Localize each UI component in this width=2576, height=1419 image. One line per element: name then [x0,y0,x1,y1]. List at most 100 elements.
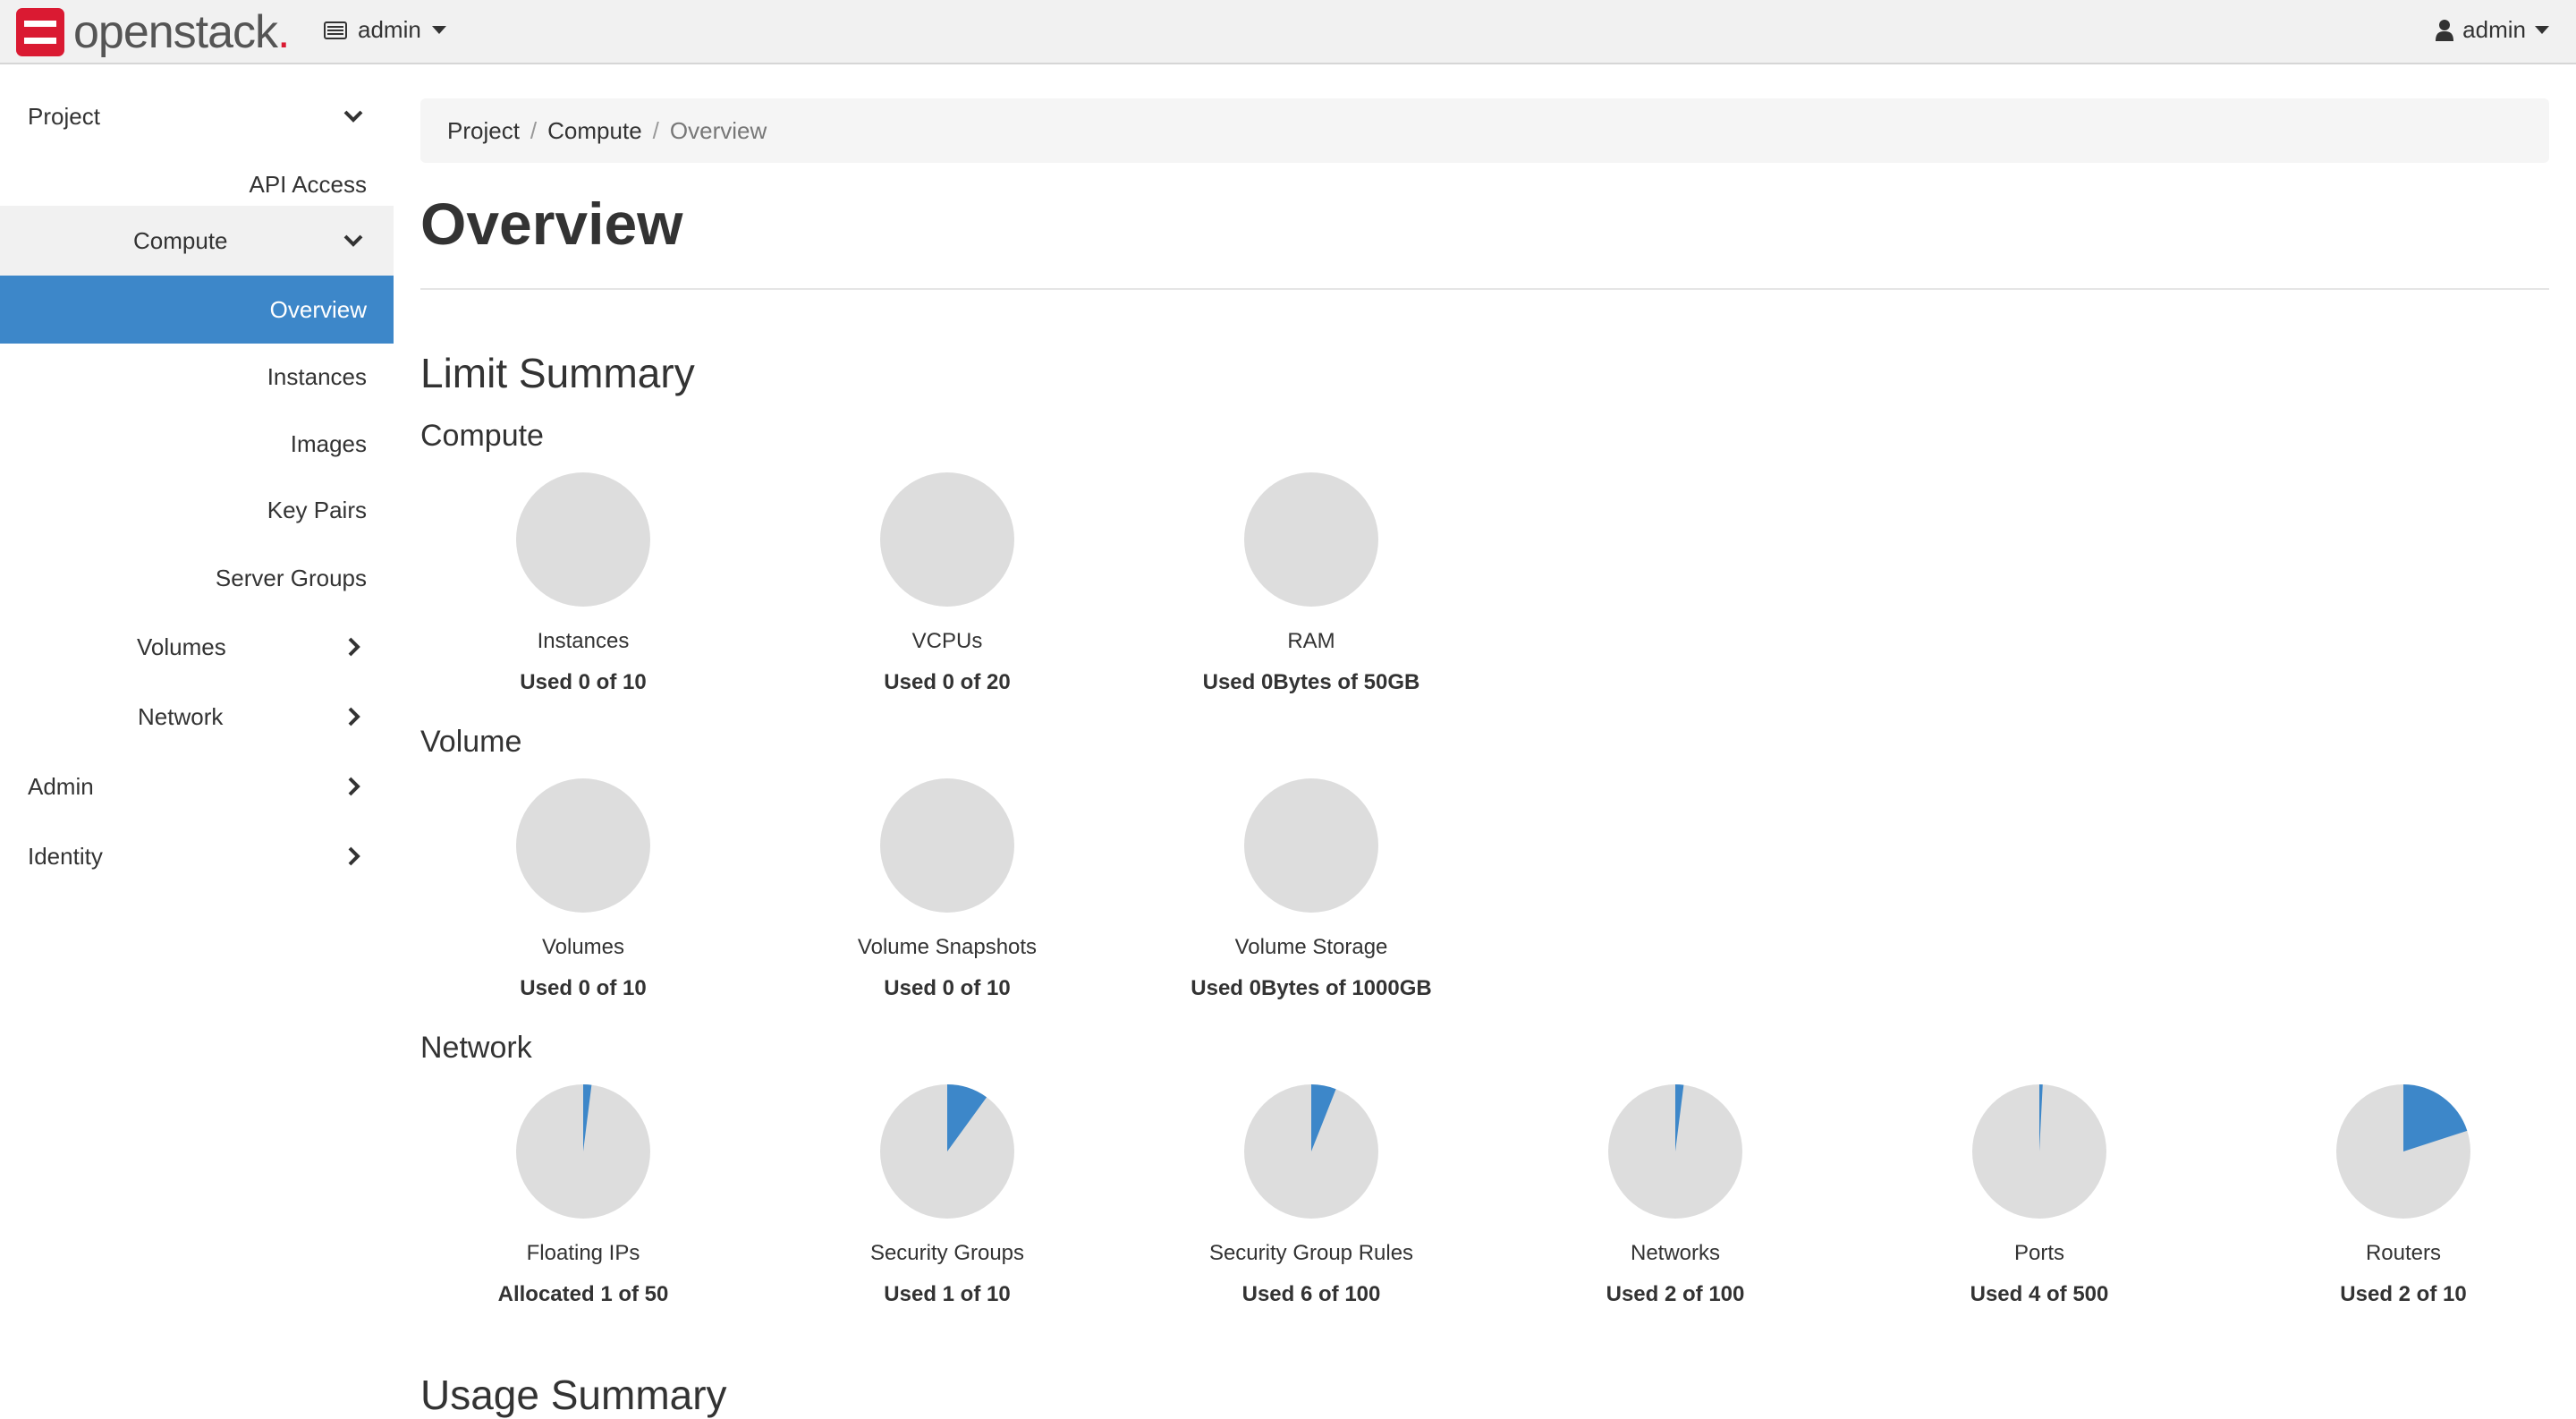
quota-usage-text: Used 2 of 100 [1606,1282,1745,1306]
quota-chart-ports: Ports Used 4 of 500 [1896,1084,2182,1308]
sidebar-item-label: Volumes [137,633,226,660]
top-navbar: openstack. admin admin [0,0,2576,64]
project-list-icon [324,21,347,39]
sidebar-item-label: Key Pairs [267,496,367,523]
quota-chart-volume-storage: Volume Storage Used 0Bytes of 1000GB [1168,778,1454,1002]
quota-usage-text: Used 0Bytes of 1000GB [1191,976,1432,1000]
quota-usage-text: Used 0 of 10 [520,976,647,1000]
caret-down-icon [2535,26,2549,34]
user-menu-label: admin [2462,16,2526,43]
caret-down-icon [431,26,446,34]
quota-usage-text: Used 1 of 10 [884,1282,1011,1306]
pie-chart [1244,1084,1378,1219]
openstack-logo-icon [16,8,64,56]
quota-chart-routers: Routers Used 2 of 10 [2260,1084,2546,1308]
sidebar-item-label: Network [138,702,224,730]
pie-chart [516,1084,650,1219]
sidebar-item-label: Images [290,429,367,457]
breadcrumb-compute[interactable]: Compute [547,117,642,145]
sidebar-item-compute[interactable]: Compute [0,206,394,276]
quota-label: RAM [1287,629,1335,653]
quota-label: Volumes [541,935,625,959]
quota-chart-ram: RAM Used 0Bytes of 50GB [1168,472,1454,696]
sidebar-item-label: Instances [267,362,367,390]
pie-chart [516,778,650,913]
chevron-right-icon [348,637,360,657]
pie-chart [880,1084,1014,1219]
quota-label: Security Group Rules [1208,1241,1414,1265]
breadcrumb: Project / Compute / Overview [420,98,2549,163]
breadcrumb-current: Overview [669,116,767,144]
quota-usage-text: Used 0 of 10 [520,670,647,694]
project-switcher[interactable]: admin [324,16,446,44]
quota-chart-security-groups: Security Groups Used 1 of 10 [804,1084,1090,1308]
sidebar-item-label: API Access [249,170,368,198]
sidebar-nav: Project API Access Compute Overview Inst… [0,64,394,1412]
breadcrumb-separator: / [652,116,659,144]
sidebar-item-server-groups[interactable]: Server Groups [0,544,394,612]
quota-label: Instances [537,629,630,653]
quota-chart-instances: Instances Used 0 of 10 [440,472,726,696]
pie-background [880,778,1014,913]
quota-chart-floating-ips: Floating IPs Allocated 1 of 50 [440,1084,726,1308]
sidebar-item-overview[interactable]: Overview [0,276,394,344]
chevron-down-icon [343,234,363,247]
openstack-logo[interactable]: openstack. [16,6,291,58]
sidebar-item-label: Project [28,102,100,130]
pie-chart [1244,778,1378,913]
user-menu[interactable]: admin [2436,16,2549,44]
quota-usage-text: Used 2 of 10 [2340,1282,2467,1306]
user-icon [2436,19,2454,41]
sidebar-item-network[interactable]: Network [0,682,394,752]
brand-word: openstack [73,6,278,58]
sidebar-item-images[interactable]: Images [0,410,394,478]
sidebar-item-volumes[interactable]: Volumes [0,612,394,682]
chevron-down-icon [343,110,363,123]
pie-chart [1244,472,1378,607]
quota-usage-text: Allocated 1 of 50 [497,1282,669,1306]
sidebar-item-identity[interactable]: Identity [0,821,394,891]
volume-group-heading: Volume [420,725,522,759]
pie-background [516,472,650,607]
quota-usage-text: Used 0Bytes of 50GB [1202,670,1420,694]
pie-background [1244,778,1378,913]
quota-label: Volume Snapshots [857,935,1038,959]
pie-chart [1608,1084,1742,1219]
quota-label: Routers [2365,1241,2442,1265]
pie-background [516,778,650,913]
breadcrumb-project[interactable]: Project [447,117,520,145]
quota-chart-security-group-rules: Security Group Rules Used 6 of 100 [1168,1084,1454,1308]
sidebar-item-label: Compute [133,226,228,254]
quota-chart-volumes: Volumes Used 0 of 10 [440,778,726,1002]
brand-dot: . [277,6,290,58]
pie-chart [880,472,1014,607]
sidebar-item-project[interactable]: Project [0,82,394,150]
pie-background [1244,472,1378,607]
quota-label: VCPUs [911,629,983,653]
sidebar-item-label: Identity [28,842,103,870]
quota-chart-networks: Networks Used 2 of 100 [1532,1084,1818,1308]
quota-usage-text: Used 0 of 10 [884,976,1011,1000]
quota-chart-vcpus: VCPUs Used 0 of 20 [804,472,1090,696]
chevron-right-icon [348,777,360,796]
quota-label: Security Groups [869,1241,1025,1265]
sidebar-item-instances[interactable]: Instances [0,344,394,410]
quota-chart-volume-snapshots: Volume Snapshots Used 0 of 10 [804,778,1090,1002]
sidebar-item-key-pairs[interactable]: Key Pairs [0,476,394,544]
network-group-heading: Network [420,1031,532,1065]
brand-name: openstack. [73,6,291,58]
quota-usage-text: Used 0 of 20 [884,670,1011,694]
compute-group-heading: Compute [420,419,544,453]
sidebar-item-label: Overview [269,295,367,323]
sidebar-item-admin[interactable]: Admin [0,752,394,821]
title-divider [420,288,2549,290]
sidebar-item-label: Server Groups [215,564,367,591]
quota-label: Ports [2013,1241,2064,1265]
quota-label: Networks [1630,1241,1721,1265]
chevron-right-icon [348,846,360,866]
pie-chart [1972,1084,2106,1219]
pie-chart [2336,1084,2470,1219]
project-switcher-label: admin [358,16,421,43]
breadcrumb-separator: / [530,116,538,144]
quota-label: Floating IPs [526,1241,640,1265]
